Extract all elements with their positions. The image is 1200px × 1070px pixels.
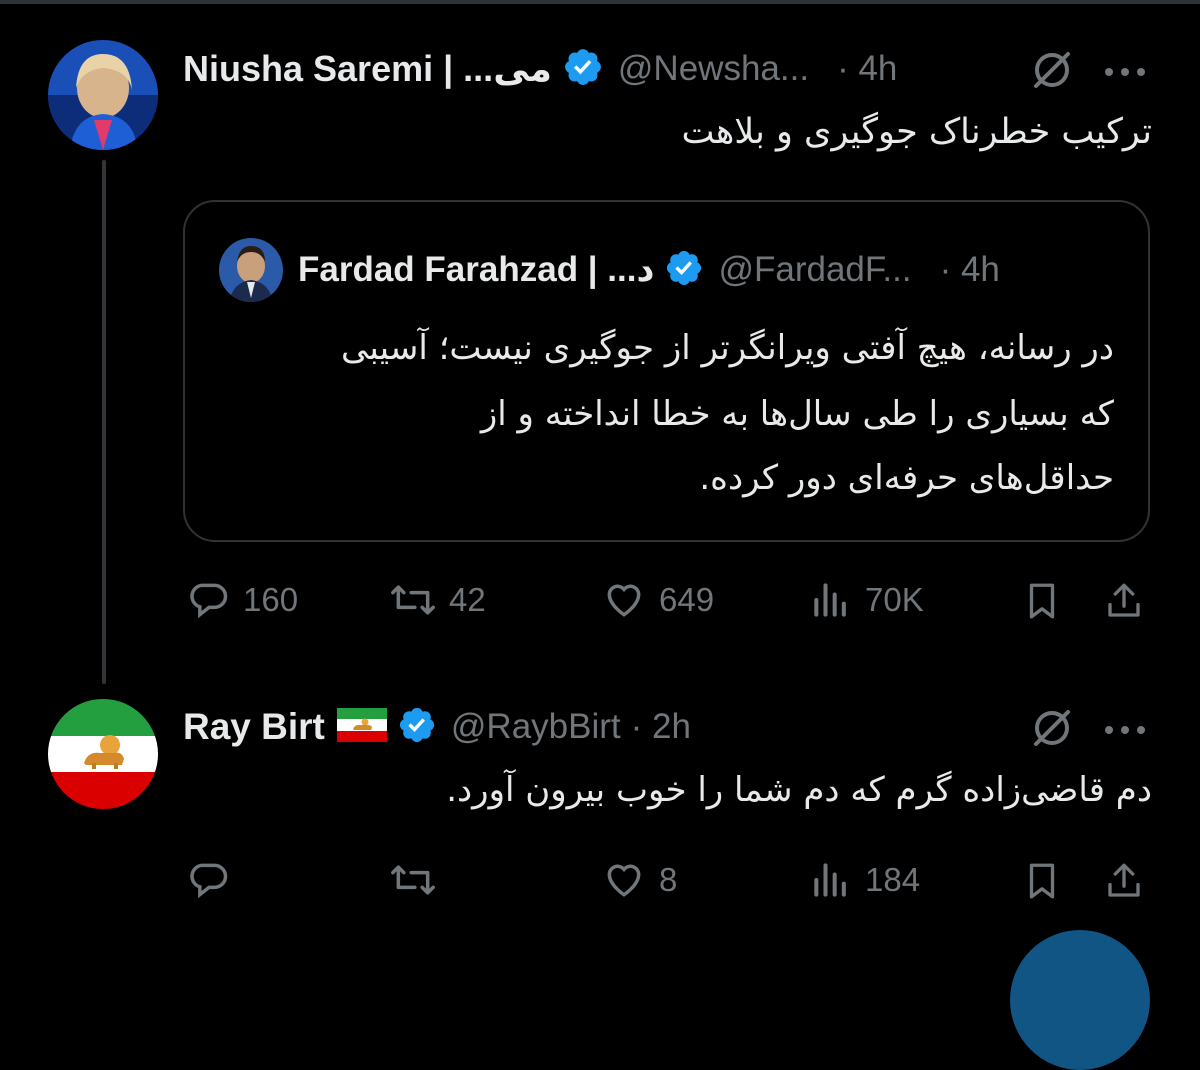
repost-button[interactable]: 42 xyxy=(389,578,486,622)
author-name[interactable]: Ray Birt xyxy=(183,706,325,748)
views-button[interactable]: 70K xyxy=(809,578,924,622)
views-count: 184 xyxy=(865,861,921,898)
like-icon xyxy=(607,864,641,897)
share-icon xyxy=(1108,583,1140,617)
thread-connector xyxy=(102,160,106,684)
views-icon xyxy=(814,583,846,617)
like-count: 8 xyxy=(659,861,678,898)
reply-icon xyxy=(190,863,228,899)
compose-button[interactable] xyxy=(1010,930,1150,1070)
author-name[interactable]: Niusha Saremi | ...می xyxy=(183,48,552,90)
like-icon xyxy=(607,584,641,617)
timestamp[interactable]: · 2h xyxy=(631,707,691,747)
verified-badge-icon xyxy=(562,46,604,93)
like-count: 649 xyxy=(659,581,715,618)
views-icon xyxy=(814,863,846,897)
iran-lion-sun-flag-icon xyxy=(336,707,387,747)
grok-icon[interactable] xyxy=(1030,706,1074,755)
views-count: 70K xyxy=(865,581,924,618)
share-button[interactable] xyxy=(1103,578,1145,624)
verified-badge-icon xyxy=(397,705,437,750)
tweet1-text: ترکیب خطرناک جوگیری و بلاهت xyxy=(681,112,1152,152)
timestamp[interactable]: · 4h xyxy=(837,49,897,89)
author-handle[interactable]: @RaybBirt xyxy=(451,707,621,747)
quoted-author-handle: @FardadF... xyxy=(718,250,912,289)
tweet2-text: دم قاضی‌زاده گرم که دم شما را خوب بیرون … xyxy=(446,770,1152,810)
quoted-text-line-1: در رسانه، هیچ آفتی ویرانگرتر از جوگیری ن… xyxy=(340,328,1114,368)
repost-count: 42 xyxy=(449,581,486,618)
repost-button[interactable] xyxy=(389,858,449,902)
reply-button[interactable] xyxy=(187,858,243,902)
avatar-raybirt[interactable] xyxy=(48,699,158,809)
bookmark-button[interactable] xyxy=(1021,578,1063,624)
share-button[interactable] xyxy=(1103,858,1145,904)
avatar-fardad[interactable] xyxy=(219,238,283,302)
repost-icon xyxy=(391,585,435,615)
tweet1-action-bar: 160 42 649 70K xyxy=(183,578,1150,638)
iran-lion-sun-flag-icon xyxy=(48,699,158,809)
verified-badge-icon xyxy=(664,248,704,293)
reply-button[interactable]: 160 xyxy=(187,578,298,622)
bookmark-icon xyxy=(1029,583,1055,619)
repost-icon xyxy=(391,865,435,895)
quoted-text-line-3: حداقل‌های حرفه‌ای دور کرده. xyxy=(699,458,1114,498)
bookmark-button[interactable] xyxy=(1021,858,1063,904)
tweet2-header: Ray Birt @RaybBirt · 2h xyxy=(183,702,691,752)
share-icon xyxy=(1108,863,1140,897)
reply-icon xyxy=(190,583,228,619)
grok-icon[interactable] xyxy=(1030,48,1074,97)
quoted-text-line-2: که بسیاری را طی سال‌ها به خطا انداخته و … xyxy=(480,394,1114,434)
avatar-niusha[interactable] xyxy=(48,40,158,150)
like-button[interactable]: 8 xyxy=(601,858,677,902)
author-handle[interactable]: @Newsha... xyxy=(618,49,809,89)
quoted-author-name: Fardad Farahzad | ...د xyxy=(298,250,655,289)
bookmark-icon xyxy=(1029,863,1055,899)
like-button[interactable]: 649 xyxy=(601,578,714,622)
tweet1-header: Niusha Saremi | ...می @Newsha... · 4h xyxy=(183,44,897,94)
more-icon[interactable] xyxy=(1104,722,1146,740)
tweet2-action-bar: 8 184 xyxy=(183,858,1150,918)
more-icon[interactable] xyxy=(1104,64,1146,82)
reply-count: 160 xyxy=(243,581,299,618)
top-divider xyxy=(0,0,1200,4)
quoted-header: Fardad Farahzad | ...د @FardadF... · 4h xyxy=(298,245,1000,295)
quoted-timestamp: · 4h xyxy=(939,250,1000,289)
views-button[interactable]: 184 xyxy=(809,858,920,902)
